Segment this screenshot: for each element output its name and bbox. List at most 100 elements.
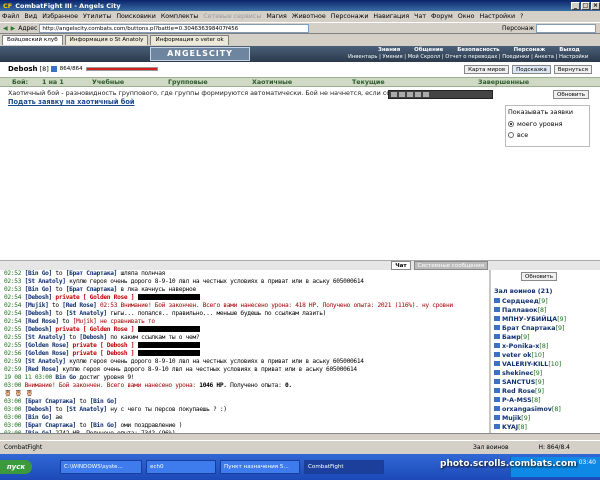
taskbar-item-destination[interactable]: Пункт назначения 5... bbox=[220, 460, 300, 474]
chat-input-bar[interactable] bbox=[0, 433, 600, 440]
chat-nick[interactable]: Bin Go bbox=[55, 374, 76, 381]
taskbar-item-echo[interactable]: ech0 bbox=[146, 460, 216, 474]
top-nav-item[interactable]: Персонаж bbox=[514, 47, 546, 53]
menu-item[interactable]: Настройки bbox=[479, 13, 515, 20]
warrior-item[interactable]: Mujik[9] bbox=[491, 414, 600, 423]
top-nav-item[interactable]: Безопасность bbox=[457, 47, 499, 53]
world-map-button[interactable]: Карта миров bbox=[464, 64, 510, 74]
player-name[interactable]: Debosh bbox=[8, 65, 38, 73]
warrior-item[interactable]: veter ok[10] bbox=[491, 351, 600, 360]
warrior-item[interactable]: Red Rose[9] bbox=[491, 387, 600, 396]
taskbar-item-combatfight[interactable]: CombatFight bbox=[304, 460, 384, 474]
start-button[interactable]: пуск bbox=[0, 460, 32, 474]
menu-item[interactable]: Магия bbox=[266, 13, 286, 20]
warrior-item[interactable]: Бамр[9] bbox=[491, 333, 600, 342]
menu-item[interactable]: Персонажи bbox=[331, 13, 369, 20]
chat-nick[interactable]: [Debosh] bbox=[25, 294, 53, 301]
menu-item[interactable]: Чат bbox=[414, 13, 426, 20]
chat-nick[interactable]: [Mujik] bbox=[25, 302, 49, 309]
warrior-item[interactable]: KYAJ[8] bbox=[491, 423, 600, 432]
warrior-name[interactable]: МПНУ-УБИЙЦА bbox=[502, 316, 557, 323]
chat-nick[interactable]: [Debosh] bbox=[25, 326, 53, 333]
warrior-name[interactable]: shekinec bbox=[502, 370, 533, 377]
maximize-button[interactable]: □ bbox=[581, 1, 590, 10]
warrior-item[interactable]: shekinec[9] bbox=[491, 369, 600, 378]
warrior-item[interactable]: Сердцеед[9] bbox=[491, 297, 600, 306]
chat-nick[interactable]: [Red Rose] bbox=[25, 318, 60, 325]
search-input[interactable] bbox=[536, 23, 596, 33]
chat-nick[interactable]: [Брат Спартака] bbox=[25, 422, 77, 429]
warriors-refresh-button[interactable]: Обновить bbox=[521, 272, 557, 281]
chat-nick[interactable]: [Bin Go] bbox=[90, 398, 118, 405]
chat-nick[interactable]: [St Anatoly] bbox=[25, 358, 66, 365]
refresh-button[interactable]: Обновить bbox=[553, 90, 589, 99]
menu-item[interactable]: Вид bbox=[24, 13, 37, 20]
chat-nick[interactable]: [Red Rose] bbox=[25, 366, 60, 373]
chat-nick[interactable]: [Debosh] bbox=[25, 310, 53, 317]
info-icon[interactable] bbox=[50, 66, 57, 72]
warrior-name[interactable]: Сердцеед bbox=[502, 298, 539, 305]
chat-nick[interactable]: [Debosh] bbox=[79, 334, 107, 341]
tab-info-veter-ok[interactable]: Информация о veter ok bbox=[150, 35, 229, 45]
chat-nick[interactable]: [Брат Спартака] bbox=[66, 286, 118, 293]
warrior-name[interactable]: VALERIY-KILL bbox=[502, 361, 548, 368]
radio-my-level[interactable] bbox=[508, 121, 514, 127]
top-nav-item[interactable]: Общение bbox=[414, 47, 443, 53]
warrior-name[interactable]: Red Rose bbox=[502, 388, 535, 395]
media-player[interactable] bbox=[388, 90, 493, 99]
chat-nick[interactable]: [Red Rose] bbox=[62, 302, 97, 309]
warrior-name[interactable]: veter ok bbox=[502, 352, 531, 359]
chat-nick[interactable]: [Bin Go] bbox=[25, 270, 53, 277]
address-input[interactable]: http://angelscity.combats.com/buttons.pl… bbox=[39, 23, 310, 33]
tab-chaotic[interactable]: Хаотичные bbox=[252, 79, 292, 86]
warrior-item[interactable]: МПНУ-УБИЙЦА[9] bbox=[491, 315, 600, 324]
warrior-name[interactable]: KYAJ bbox=[502, 424, 518, 431]
warrior-item[interactable]: Брат Спартака[9] bbox=[491, 324, 600, 333]
tab-group[interactable]: Групповые bbox=[168, 79, 208, 86]
tab-system-messages[interactable]: Системные сообщения bbox=[413, 261, 488, 270]
chat-nick[interactable]: [St Anatoly] bbox=[66, 406, 107, 413]
chat-nick[interactable]: [Брат Спартака] bbox=[66, 270, 118, 277]
back-button[interactable]: Вернуться bbox=[553, 64, 592, 74]
chat-nick[interactable]: [Golden Rose] bbox=[25, 342, 70, 349]
back-icon[interactable]: ◀ bbox=[3, 25, 8, 32]
warrior-item[interactable]: VALERIY-KILL[10] bbox=[491, 360, 600, 369]
tab-chat[interactable]: Чат bbox=[391, 261, 411, 270]
chat-nick[interactable]: [St Anatoly] bbox=[25, 278, 66, 285]
submit-request-link[interactable]: Подать заявку на хаотичный бой bbox=[8, 98, 135, 106]
menu-item[interactable]: Сетевые сервисы bbox=[203, 13, 261, 20]
menu-item[interactable]: Файл bbox=[2, 13, 19, 20]
warrior-name[interactable]: Mujik bbox=[502, 415, 521, 422]
menu-item[interactable]: Форум bbox=[431, 13, 453, 20]
warrior-name[interactable]: orxangasimov bbox=[502, 406, 552, 413]
warrior-item[interactable]: P-A-MSS[8] bbox=[491, 396, 600, 405]
taskbar-item-explorer[interactable]: C:\WINDOWS\syste... bbox=[60, 460, 142, 474]
warrior-item[interactable]: SANCTUS[9] bbox=[491, 378, 600, 387]
top-nav-item[interactable]: Знания bbox=[378, 47, 400, 53]
menu-item[interactable]: Окно bbox=[458, 13, 475, 20]
warrior-item[interactable]: orxangasimov[8] bbox=[491, 405, 600, 414]
tab-current[interactable]: Текущие bbox=[352, 79, 385, 86]
radio-all[interactable] bbox=[508, 132, 514, 138]
warrior-name[interactable]: P-A-MSS bbox=[502, 397, 532, 404]
menu-item[interactable]: Комплекты bbox=[161, 13, 199, 20]
menu-item[interactable]: Избранное bbox=[42, 13, 78, 20]
menu-item[interactable]: Навигация bbox=[373, 13, 409, 20]
warrior-item[interactable]: x-Ponika-x[8] bbox=[491, 342, 600, 351]
forward-icon[interactable]: ▶ bbox=[11, 25, 16, 32]
hint-button[interactable]: Подсказка bbox=[512, 64, 551, 74]
warrior-name[interactable]: Бамр bbox=[502, 334, 521, 341]
chat-nick[interactable]: [St Anatoly] bbox=[66, 310, 107, 317]
chat-nick[interactable]: [Bin Go] bbox=[25, 286, 53, 293]
top-nav-item[interactable]: Выход bbox=[559, 47, 580, 53]
tab-1v1[interactable]: 1 на 1 bbox=[42, 79, 64, 86]
chat-nick[interactable]: [Bin Go] bbox=[25, 414, 53, 421]
tab-info-st-anatoly[interactable]: Информация о St Anatoly bbox=[64, 35, 149, 45]
chat-nick[interactable]: [Debosh] bbox=[25, 406, 53, 413]
warrior-name[interactable]: Брат Спартака bbox=[502, 325, 556, 332]
menu-item[interactable]: ? bbox=[520, 13, 523, 20]
chat-nick[interactable]: [Bin Go] bbox=[90, 422, 118, 429]
minimize-button[interactable]: _ bbox=[571, 1, 580, 10]
close-button[interactable]: × bbox=[591, 1, 600, 10]
chat-nick[interactable]: [Брат Спартака] bbox=[25, 398, 77, 405]
